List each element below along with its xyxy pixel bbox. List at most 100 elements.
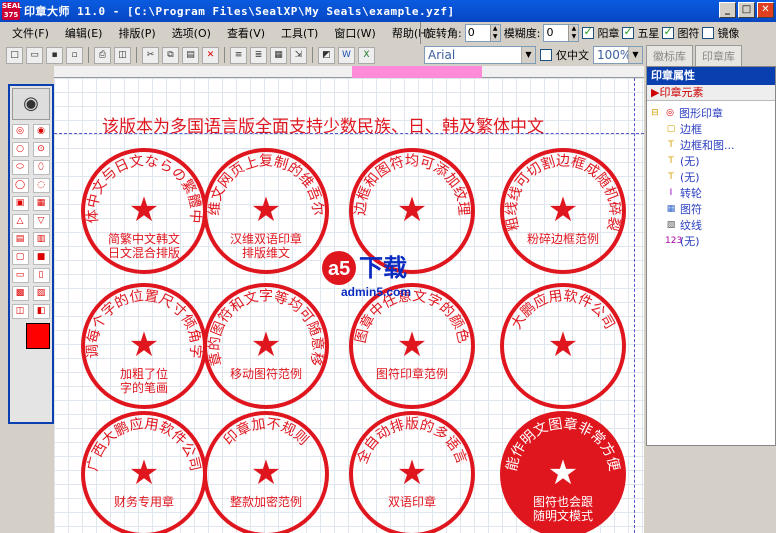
seal-5[interactable]: 能微调每个字的位置尺寸倾角字间距★加粗了位字的笔画 [78,280,210,412]
circle-text-icon[interactable]: ○ [11,142,29,157]
print-icon[interactable]: ⎙ [94,46,111,64]
tree-node-figure[interactable]: ▦ 图符 [649,201,773,217]
tree-node-texture[interactable]: ▧ 纹线 [649,217,773,233]
word-icon[interactable]: W [338,46,355,64]
preview-icon[interactable]: ◫ [114,46,131,64]
grid-large-icon[interactable]: ▨ [32,286,50,301]
rect-border-icon[interactable]: ▢ [11,250,29,265]
menu-window[interactable]: 窗口(W) [326,25,383,41]
square-icon[interactable]: ▣ [11,196,29,211]
tree-node-border[interactable]: ▢ 边框 [649,121,773,137]
tree-node-none-3[interactable]: 123 (无) [649,233,773,249]
copy-icon[interactable]: ⧉ [162,46,179,64]
mirror-checkbox[interactable] [702,27,715,39]
maximize-button[interactable]: □ [738,2,755,18]
menu-file[interactable]: 文件(F) [4,25,57,41]
tab-seal-library[interactable]: 印章库 [695,45,742,66]
figure-checkbox[interactable] [662,25,675,39]
circle-seal-icon[interactable]: ◎ [11,124,29,139]
only-chinese-checkbox[interactable] [540,49,552,61]
star-checkbox[interactable] [622,25,635,39]
menu-tools[interactable]: 工具(T) [273,25,326,41]
cut-icon[interactable]: ✂ [142,46,159,64]
seal-9[interactable]: 广西大鹏应用软件公司★财务专用章 [78,408,210,533]
layout-icon[interactable]: ◫ [11,304,29,319]
layout-alt-icon[interactable]: ◧ [32,304,50,319]
seal-2[interactable]: 维文网页上复制的维吾尔★汉维双语印章排版维文 [200,145,332,277]
delete-icon[interactable]: ✕ [202,46,219,64]
oval-icon[interactable]: ◯ [11,178,29,193]
seal-center-text: 双语印章 [388,494,436,509]
tree-root[interactable]: ⊟ ◎ 图形印章 [649,105,773,121]
seal-11[interactable]: 全自动排版的多语言★双语印章 [346,408,478,533]
grid-small-icon[interactable]: ▩ [11,286,29,301]
seal-8[interactable]: 大鹏应用软件公司★ [497,280,629,412]
library-tabs: 徽标库 印章库 [646,44,776,66]
menu-view[interactable]: 查看(V) [219,25,273,41]
triangle-down-icon[interactable]: ▽ [32,214,50,229]
horizontal-ruler[interactable] [54,66,644,78]
mirror-label: 镜像 [717,27,740,40]
menu-layout[interactable]: 排版(P) [110,25,163,41]
open-icon[interactable]: ▭ [26,46,43,64]
seal-4[interactable]: 粗线线可切割边框成随机碎裂★粉碎边框范例 [497,145,629,277]
export-icon[interactable]: ⇲ [290,46,307,64]
seal-12[interactable]: 能作明文图章非常方便★图符也会跟随明文模式 [497,408,629,533]
align-center-icon[interactable]: ≣ [250,46,267,64]
tab-logo-library[interactable]: 徽标库 [646,45,693,66]
rotation-spinner[interactable]: 0 ▲ ▼ [464,24,501,42]
tree-node-wheel[interactable]: I 转轮 [649,185,773,201]
save-icon[interactable]: ▪ [46,46,63,64]
star-icon: ★ [548,325,578,365]
circle-star-icon[interactable]: ◉ [32,124,50,139]
align-left-icon[interactable]: ≡ [230,46,247,64]
color-swatch[interactable] [26,323,50,349]
chevron-down-icon[interactable]: ▼ [521,47,535,63]
save-as-icon[interactable]: ▫ [66,46,83,64]
separator [136,47,137,63]
seal-6[interactable]: 印章的图符和文字等均可随意移动★移动图符范例 [200,280,332,412]
figure-label: 图符 [677,27,700,40]
figure-icon: ▦ [666,204,676,214]
blur-spinner[interactable]: 0 ▲ ▼ [543,24,580,42]
spinner-arrows-icon[interactable]: ▲ ▼ [489,25,500,41]
tree-node-none-1[interactable]: T (无) [649,153,773,169]
menu-options[interactable]: 选项(O) [164,25,219,41]
tree-node-border-figure[interactable]: T 边框和图... [649,137,773,153]
square-grid-icon[interactable]: ▦ [32,196,50,211]
new-icon[interactable]: □ [6,46,23,64]
ellipse-icon[interactable]: ⬭ [11,160,29,175]
close-button[interactable]: ✕ [757,2,774,18]
triangle-icon[interactable]: △ [11,214,29,229]
seal-center-text: 汉维双语印章 [230,231,302,246]
excel-icon[interactable]: X [358,46,375,64]
seal-center-text: 图符印章范例 [376,366,448,381]
rect-icon[interactable]: ▤ [11,232,29,247]
yang-checkbox[interactable] [582,25,595,39]
zoom-select[interactable]: 100% ▼ [593,46,643,64]
rect-fill-icon[interactable]: ■ [32,250,50,265]
design-canvas[interactable]: 该版本为多国语言版全面支持少数民族、日、韩及繁体中文 简体中文与日文ならの繁體中… [54,66,644,533]
seal-1[interactable]: 简体中文与日文ならの繁體中文★简繁中文韩文日文混合排版 [78,145,210,277]
chevron-down-icon[interactable]: ▼ [628,47,642,63]
blur-label: 模糊度: [503,27,541,40]
oval-ring-icon[interactable]: ◌ [32,178,50,193]
eye-icon[interactable]: ◉ [12,88,50,120]
spinner-arrows-icon[interactable]: ▲ ▼ [568,25,579,41]
expand-icon[interactable]: ⊟ [649,107,661,119]
star-icon: ★ [251,190,281,230]
photo-icon[interactable]: ◩ [318,46,335,64]
frame-icon[interactable]: ▭ [11,268,29,283]
minimize-button[interactable]: _ [719,2,736,18]
font-select[interactable]: Arial ▼ [424,46,536,64]
menu-edit[interactable]: 编辑(E) [57,25,111,41]
ellipse-double-icon[interactable]: ⬯ [32,160,50,175]
image-icon[interactable]: ▦ [270,46,287,64]
tree-node-none-2[interactable]: T (无) [649,169,773,185]
properties-panel: 印章属性 ▶印章元素 ⊟ ◎ 图形印章 ▢ 边框 T 边框和图... T (无) T (无)… [646,66,776,446]
seal-10[interactable]: 印章加不规则★整款加密范例 [200,408,332,533]
paste-icon[interactable]: ▤ [182,46,199,64]
frame-double-icon[interactable]: ▯ [32,268,50,283]
circle-dot-icon[interactable]: ⊙ [32,142,50,157]
rect-split-icon[interactable]: ▥ [32,232,50,247]
